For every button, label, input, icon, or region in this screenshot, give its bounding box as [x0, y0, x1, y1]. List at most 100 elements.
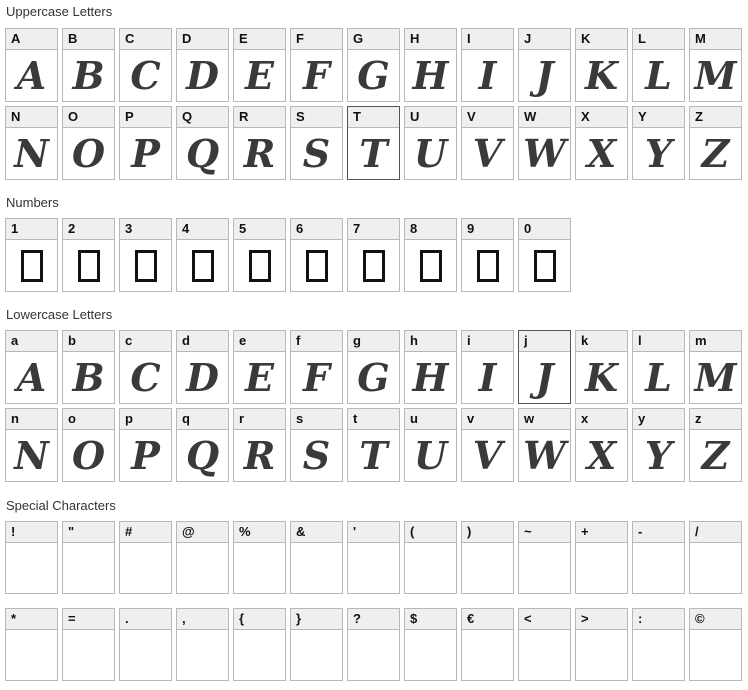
glyph-cell[interactable]: sS — [290, 408, 343, 482]
glyph-cell[interactable]: 1 — [5, 218, 58, 292]
glyph-cell[interactable]: 6 — [290, 218, 343, 292]
glyph-cell[interactable]: yY — [632, 408, 685, 482]
glyph-cell[interactable]: lL — [632, 330, 685, 404]
glyph-cell-label: ~ — [519, 522, 570, 543]
glyph-cell[interactable]: cC — [119, 330, 172, 404]
glyph-cell[interactable]: " — [62, 521, 115, 594]
glyph-cell[interactable]: / — [689, 521, 742, 594]
glyph-cell[interactable]: XX — [575, 106, 628, 180]
glyph-cell[interactable]: UU — [404, 106, 457, 180]
glyph-cell[interactable]: = — [62, 608, 115, 681]
glyph-cell[interactable]: VV — [461, 106, 514, 180]
glyph-cell[interactable]: kK — [575, 330, 628, 404]
glyph-cell[interactable]: nN — [5, 408, 58, 482]
glyph-cell[interactable]: @ — [176, 521, 229, 594]
glyph-cell[interactable]: AA — [5, 28, 58, 102]
glyph-preview: I — [478, 53, 497, 98]
missing-glyph-box — [134, 249, 157, 282]
glyph-cell[interactable]: RR — [233, 106, 286, 180]
glyph-cell[interactable]: uU — [404, 408, 457, 482]
glyph-cell[interactable]: BB — [62, 28, 115, 102]
glyph-cell[interactable]: II — [461, 28, 514, 102]
glyph-cell[interactable]: qQ — [176, 408, 229, 482]
glyph-cell[interactable]: + — [575, 521, 628, 594]
glyph-cell[interactable]: > — [575, 608, 628, 681]
glyph-preview: G — [357, 53, 390, 98]
glyph-preview: A — [16, 355, 47, 400]
glyph-cell[interactable]: TT — [347, 106, 400, 180]
glyph-cell[interactable]: pP — [119, 408, 172, 482]
glyph-cell[interactable]: 7 — [347, 218, 400, 292]
glyph-cell[interactable]: FF — [290, 28, 343, 102]
glyph-cell[interactable]: zZ — [689, 408, 742, 482]
glyph-cell[interactable]: KK — [575, 28, 628, 102]
glyph-cell[interactable]: aA — [5, 330, 58, 404]
glyph-cell[interactable]: { — [233, 608, 286, 681]
glyph-cell[interactable]: : — [632, 608, 685, 681]
glyph-cell[interactable]: } — [290, 608, 343, 681]
glyph-cell[interactable]: oO — [62, 408, 115, 482]
glyph-cell[interactable]: QQ — [176, 106, 229, 180]
glyph-cell[interactable]: . — [119, 608, 172, 681]
glyph-cell[interactable]: $ — [404, 608, 457, 681]
glyph-cell[interactable]: MM — [689, 28, 742, 102]
glyph-cell[interactable]: dD — [176, 330, 229, 404]
glyph-cell[interactable]: JJ — [518, 28, 571, 102]
glyph-cell[interactable]: # — [119, 521, 172, 594]
glyph-cell[interactable]: LL — [632, 28, 685, 102]
glyph-cell[interactable]: GG — [347, 28, 400, 102]
glyph-cell[interactable]: ) — [461, 521, 514, 594]
glyph-cell[interactable]: 9 — [461, 218, 514, 292]
glyph-cell[interactable]: 0 — [518, 218, 571, 292]
glyph-cell[interactable]: & — [290, 521, 343, 594]
glyph-cell[interactable]: PP — [119, 106, 172, 180]
glyph-cell[interactable]: xX — [575, 408, 628, 482]
glyph-cell[interactable]: , — [176, 608, 229, 681]
glyph-cell[interactable]: < — [518, 608, 571, 681]
glyph-cell[interactable]: hH — [404, 330, 457, 404]
glyph-cell[interactable]: © — [689, 608, 742, 681]
glyph-cell[interactable]: ? — [347, 608, 400, 681]
glyph-cell[interactable]: ! — [5, 521, 58, 594]
glyph-cell[interactable]: mM — [689, 330, 742, 404]
glyph-cell[interactable]: ( — [404, 521, 457, 594]
glyph-cell[interactable]: DD — [176, 28, 229, 102]
glyph-preview — [234, 630, 285, 680]
glyph-cell[interactable]: fF — [290, 330, 343, 404]
glyph-cell[interactable]: HH — [404, 28, 457, 102]
glyph-preview: N — [14, 433, 49, 478]
glyph-cell[interactable]: rR — [233, 408, 286, 482]
glyph-cell[interactable]: 3 — [119, 218, 172, 292]
glyph-cell[interactable]: eE — [233, 330, 286, 404]
glyph-cell[interactable]: * — [5, 608, 58, 681]
glyph-cell[interactable]: 4 — [176, 218, 229, 292]
glyph-cell[interactable]: YY — [632, 106, 685, 180]
missing-glyph-box — [533, 249, 556, 282]
glyph-cell[interactable]: 8 — [404, 218, 457, 292]
glyph-cell[interactable]: ZZ — [689, 106, 742, 180]
glyph-preview: P — [131, 131, 160, 176]
glyph-cell[interactable]: OO — [62, 106, 115, 180]
glyph-cell[interactable]: € — [461, 608, 514, 681]
glyph-cell[interactable]: NN — [5, 106, 58, 180]
glyph-cell[interactable]: 5 — [233, 218, 286, 292]
glyph-cell[interactable]: WW — [518, 106, 571, 180]
glyph-cell[interactable]: gG — [347, 330, 400, 404]
glyph-cell[interactable]: EE — [233, 28, 286, 102]
glyph-cell[interactable]: SS — [290, 106, 343, 180]
glyph-cell[interactable]: ~ — [518, 521, 571, 594]
glyph-cell-label: Y — [633, 107, 684, 128]
glyph-cell[interactable]: iI — [461, 330, 514, 404]
glyph-cell[interactable]: CC — [119, 28, 172, 102]
glyph-cell[interactable]: 2 — [62, 218, 115, 292]
section-title-uppercase: Uppercase Letters — [6, 4, 113, 19]
glyph-cell[interactable]: tT — [347, 408, 400, 482]
glyph-cell[interactable]: jJ — [518, 330, 571, 404]
glyph-cell-label: I — [462, 29, 513, 50]
glyph-cell[interactable]: - — [632, 521, 685, 594]
glyph-cell[interactable]: ' — [347, 521, 400, 594]
glyph-cell[interactable]: wW — [518, 408, 571, 482]
glyph-cell[interactable]: bB — [62, 330, 115, 404]
glyph-cell[interactable]: % — [233, 521, 286, 594]
glyph-cell[interactable]: vV — [461, 408, 514, 482]
